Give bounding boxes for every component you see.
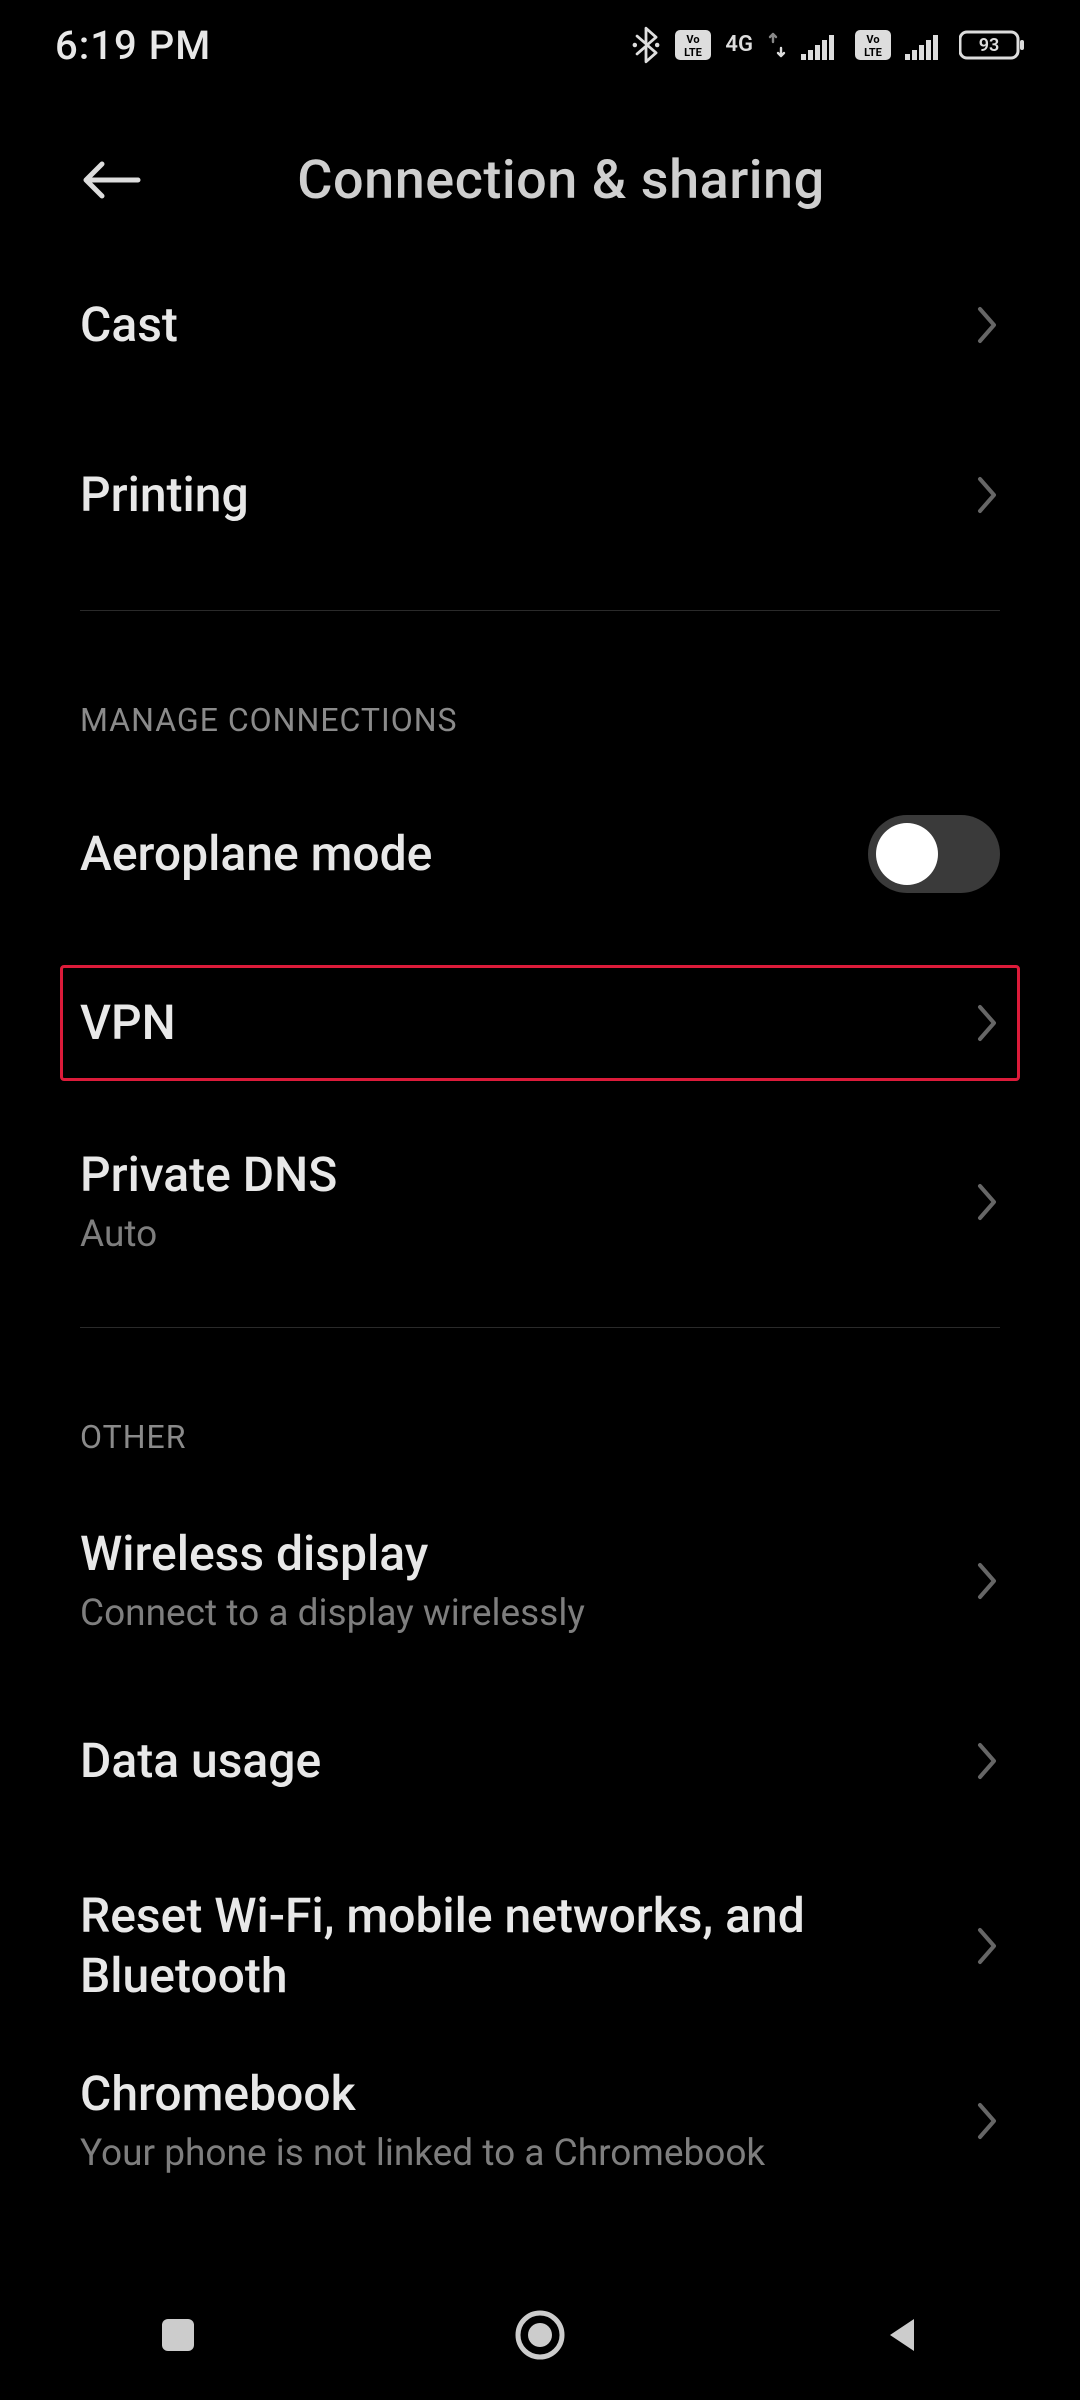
divider — [80, 610, 1000, 611]
row-printing[interactable]: Printing — [80, 410, 1000, 580]
battery-icon: 93 — [959, 29, 1025, 61]
battery-percent-text: 93 — [979, 35, 1000, 56]
status-icons: Vo LTE 4G Vo — [631, 26, 1025, 64]
row-label: Private DNS — [80, 1145, 337, 1205]
row-label: Printing — [80, 465, 249, 525]
row-sub: Connect to a display wirelessly — [80, 1590, 585, 1638]
chevron-right-icon — [976, 1926, 1000, 1966]
volte-icon-1: Vo LTE — [675, 30, 711, 60]
network-type-label: 4G — [725, 34, 753, 56]
svg-text:Vo: Vo — [866, 33, 879, 46]
page-title: Connection & sharing — [212, 149, 1000, 212]
row-sub: Auto — [80, 1211, 337, 1259]
nav-home-icon[interactable] — [513, 2308, 567, 2362]
svg-text:LTE: LTE — [864, 46, 882, 59]
row-cast[interactable]: Cast — [80, 240, 1000, 410]
chevron-right-icon — [976, 1561, 1000, 1601]
section-other: OTHER — [80, 1418, 1000, 1456]
row-label: Reset Wi-Fi, mobile networks, and Blueto… — [80, 1886, 860, 2006]
chevron-right-icon — [976, 2101, 1000, 2141]
nav-recent-icon[interactable] — [156, 2313, 200, 2357]
row-chromebook[interactable]: Chromebook Your phone is not linked to a… — [80, 2046, 1000, 2196]
row-aeroplane-mode[interactable]: Aeroplane mode — [80, 769, 1000, 939]
nav-back-icon[interactable] — [880, 2313, 924, 2357]
row-data-usage[interactable]: Data usage — [80, 1676, 1000, 1846]
row-reset-networks[interactable]: Reset Wi-Fi, mobile networks, and Blueto… — [80, 1846, 1000, 2046]
row-wireless-display[interactable]: Wireless display Connect to a display wi… — [80, 1486, 1000, 1676]
system-nav-bar — [0, 2270, 1080, 2400]
chevron-right-icon — [976, 1741, 1000, 1781]
toggle-knob — [876, 823, 938, 885]
status-bar: 6:19 PM Vo LTE 4G — [0, 0, 1080, 90]
back-arrow-icon[interactable] — [80, 158, 142, 202]
chevron-right-icon — [976, 305, 1000, 345]
row-label: Aeroplane mode — [80, 824, 432, 884]
chevron-right-icon — [976, 1182, 1000, 1222]
fade-mask — [0, 2230, 1080, 2270]
row-sub: Your phone is not linked to a Chromebook — [80, 2130, 765, 2178]
chevron-right-icon — [976, 475, 1000, 515]
status-time: 6:19 PM — [55, 22, 211, 69]
row-label: Chromebook — [80, 2064, 765, 2124]
signal-icon-2 — [905, 30, 945, 60]
aeroplane-mode-toggle[interactable] — [868, 815, 1000, 893]
signal-icon-1 — [801, 30, 841, 60]
svg-text:LTE: LTE — [685, 46, 703, 59]
row-label: VPN — [80, 993, 176, 1053]
section-manage-connections: MANAGE CONNECTIONS — [80, 701, 1000, 739]
settings-header: Connection & sharing — [0, 120, 1080, 240]
divider — [80, 1327, 1000, 1328]
svg-text:Vo: Vo — [687, 33, 700, 46]
row-label: Cast — [80, 295, 178, 355]
row-label: Wireless display — [80, 1524, 585, 1584]
row-vpn[interactable]: VPN — [60, 965, 1020, 1081]
volte-icon-2: Vo LTE — [855, 30, 891, 60]
row-label: Data usage — [80, 1731, 321, 1791]
chevron-right-icon — [976, 1003, 1000, 1043]
row-private-dns[interactable]: Private DNS Auto — [80, 1107, 1000, 1297]
bluetooth-icon — [631, 26, 661, 64]
data-arrows-icon — [767, 30, 787, 60]
